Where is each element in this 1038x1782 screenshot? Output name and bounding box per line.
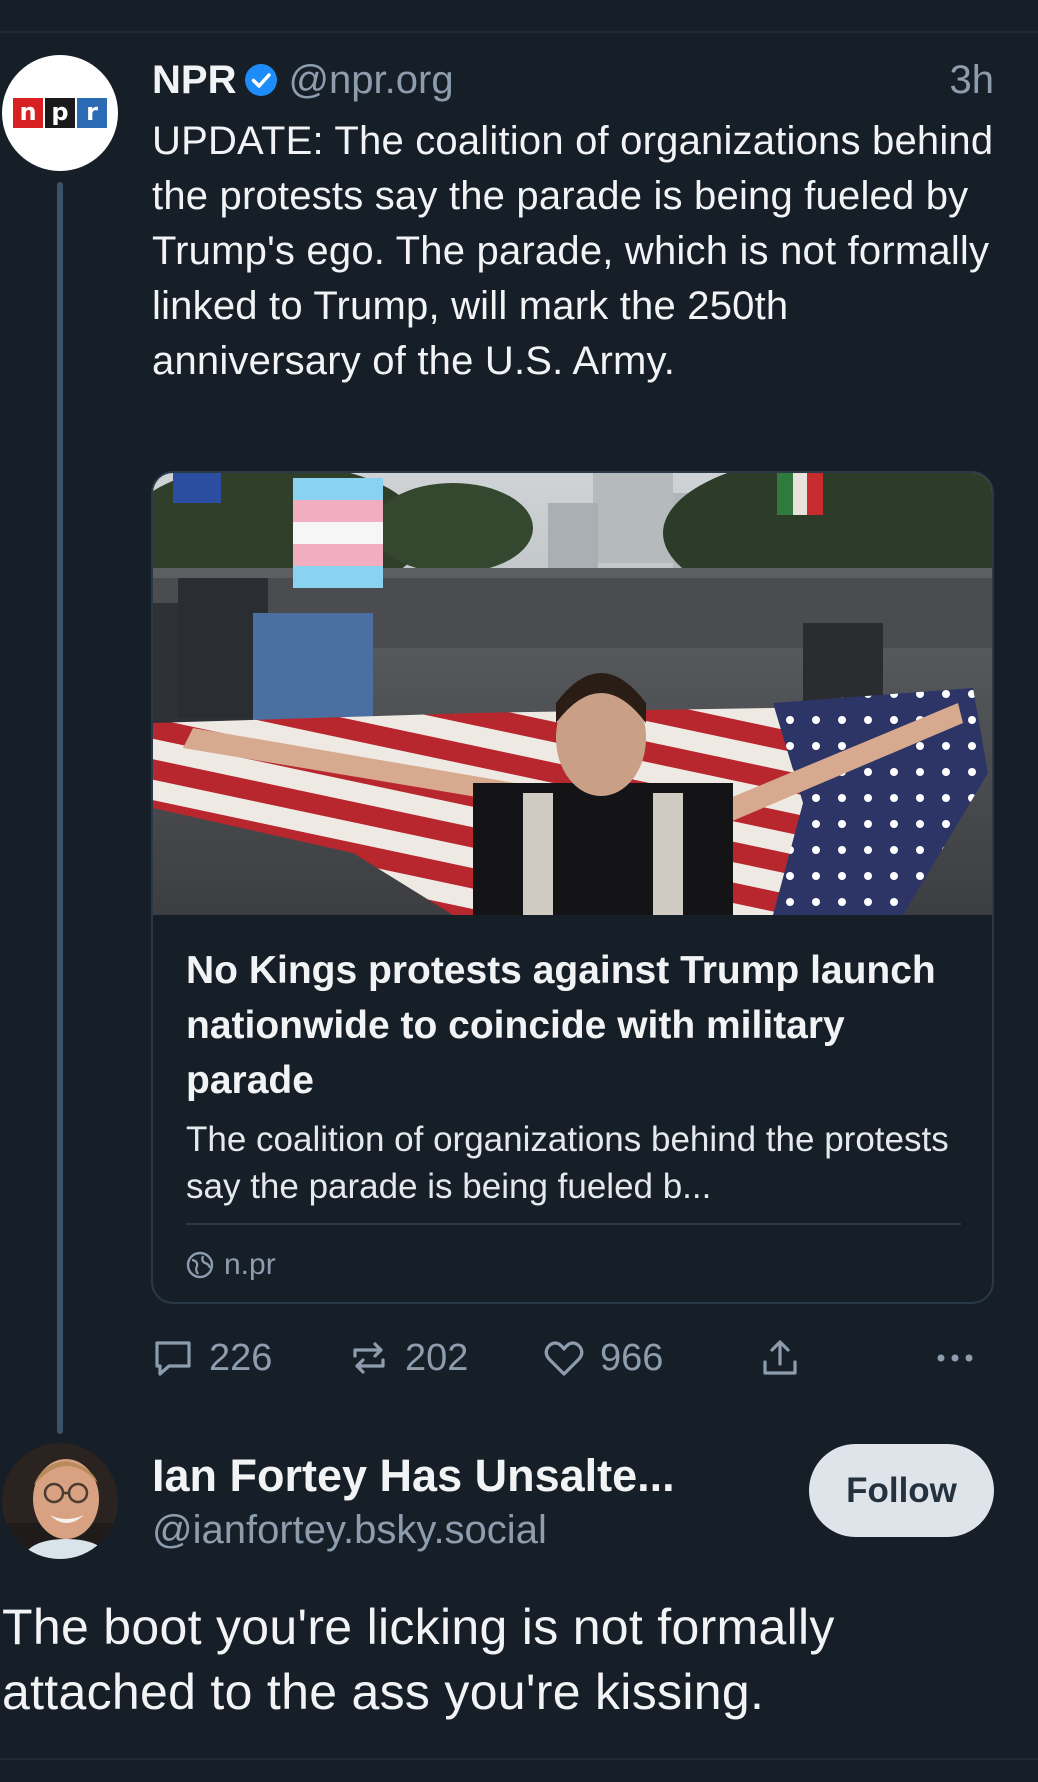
post-timestamp[interactable]: 3h [950, 58, 995, 103]
share-button[interactable] [758, 1330, 816, 1386]
link-card-divider [186, 1223, 961, 1225]
npr-logo: n p r [13, 98, 107, 128]
npr-logo-letter-n: n [13, 98, 43, 128]
repost-icon [353, 1342, 385, 1374]
reply-author-handle[interactable]: @ianfortey.bsky.social [152, 1508, 752, 1553]
npr-logo-letter-p: p [45, 98, 75, 128]
author-name[interactable]: NPR [152, 58, 236, 103]
link-card-image [153, 473, 992, 915]
reply-author-avatar[interactable] [2, 1443, 118, 1559]
reply-button[interactable]: 226 [151, 1330, 272, 1386]
post-text: UPDATE: The coalition of organizations b… [152, 119, 994, 383]
thread-line [57, 182, 63, 1434]
post-actions: 226 202 966 [151, 1330, 994, 1386]
bottom-divider [0, 1758, 1038, 1760]
link-card[interactable]: No Kings protests against Trump launch n… [151, 471, 994, 1304]
reply-author-avatar-image [2, 1443, 118, 1559]
share-icon [763, 1340, 797, 1375]
link-card-body: No Kings protests against Trump launch n… [186, 943, 961, 1210]
reply-icon [155, 1341, 191, 1376]
heart-icon [544, 1341, 584, 1376]
link-card-domain: n.pr [186, 1243, 276, 1287]
repost-button[interactable]: 202 [347, 1330, 468, 1386]
repost-count: 202 [405, 1336, 469, 1379]
reply-text: The boot you're licking is not formally … [2, 1599, 835, 1720]
npr-logo-letter-r: r [77, 98, 107, 128]
link-card-title: No Kings protests against Trump launch n… [186, 949, 936, 1102]
follow-button[interactable]: Follow [809, 1444, 994, 1537]
npr-avatar[interactable]: n p r [2, 55, 118, 171]
link-card-description: The coalition of organizations behind th… [186, 1120, 949, 1206]
like-button[interactable]: 966 [542, 1330, 663, 1386]
link-card-domain-text: n.pr [224, 1248, 276, 1281]
reply-author-name[interactable]: Ian Fortey Has Unsalte... [152, 1450, 752, 1502]
like-count: 966 [600, 1336, 664, 1379]
more-options-icon [937, 1354, 973, 1362]
post-header: NPR @npr.org 3h [152, 54, 994, 106]
globe-icon [186, 1251, 214, 1279]
top-divider [0, 31, 1038, 33]
author-handle[interactable]: @npr.org [288, 58, 453, 103]
verified-badge-icon [245, 64, 278, 96]
more-options-button[interactable] [933, 1330, 991, 1386]
reply-count: 226 [209, 1336, 273, 1379]
